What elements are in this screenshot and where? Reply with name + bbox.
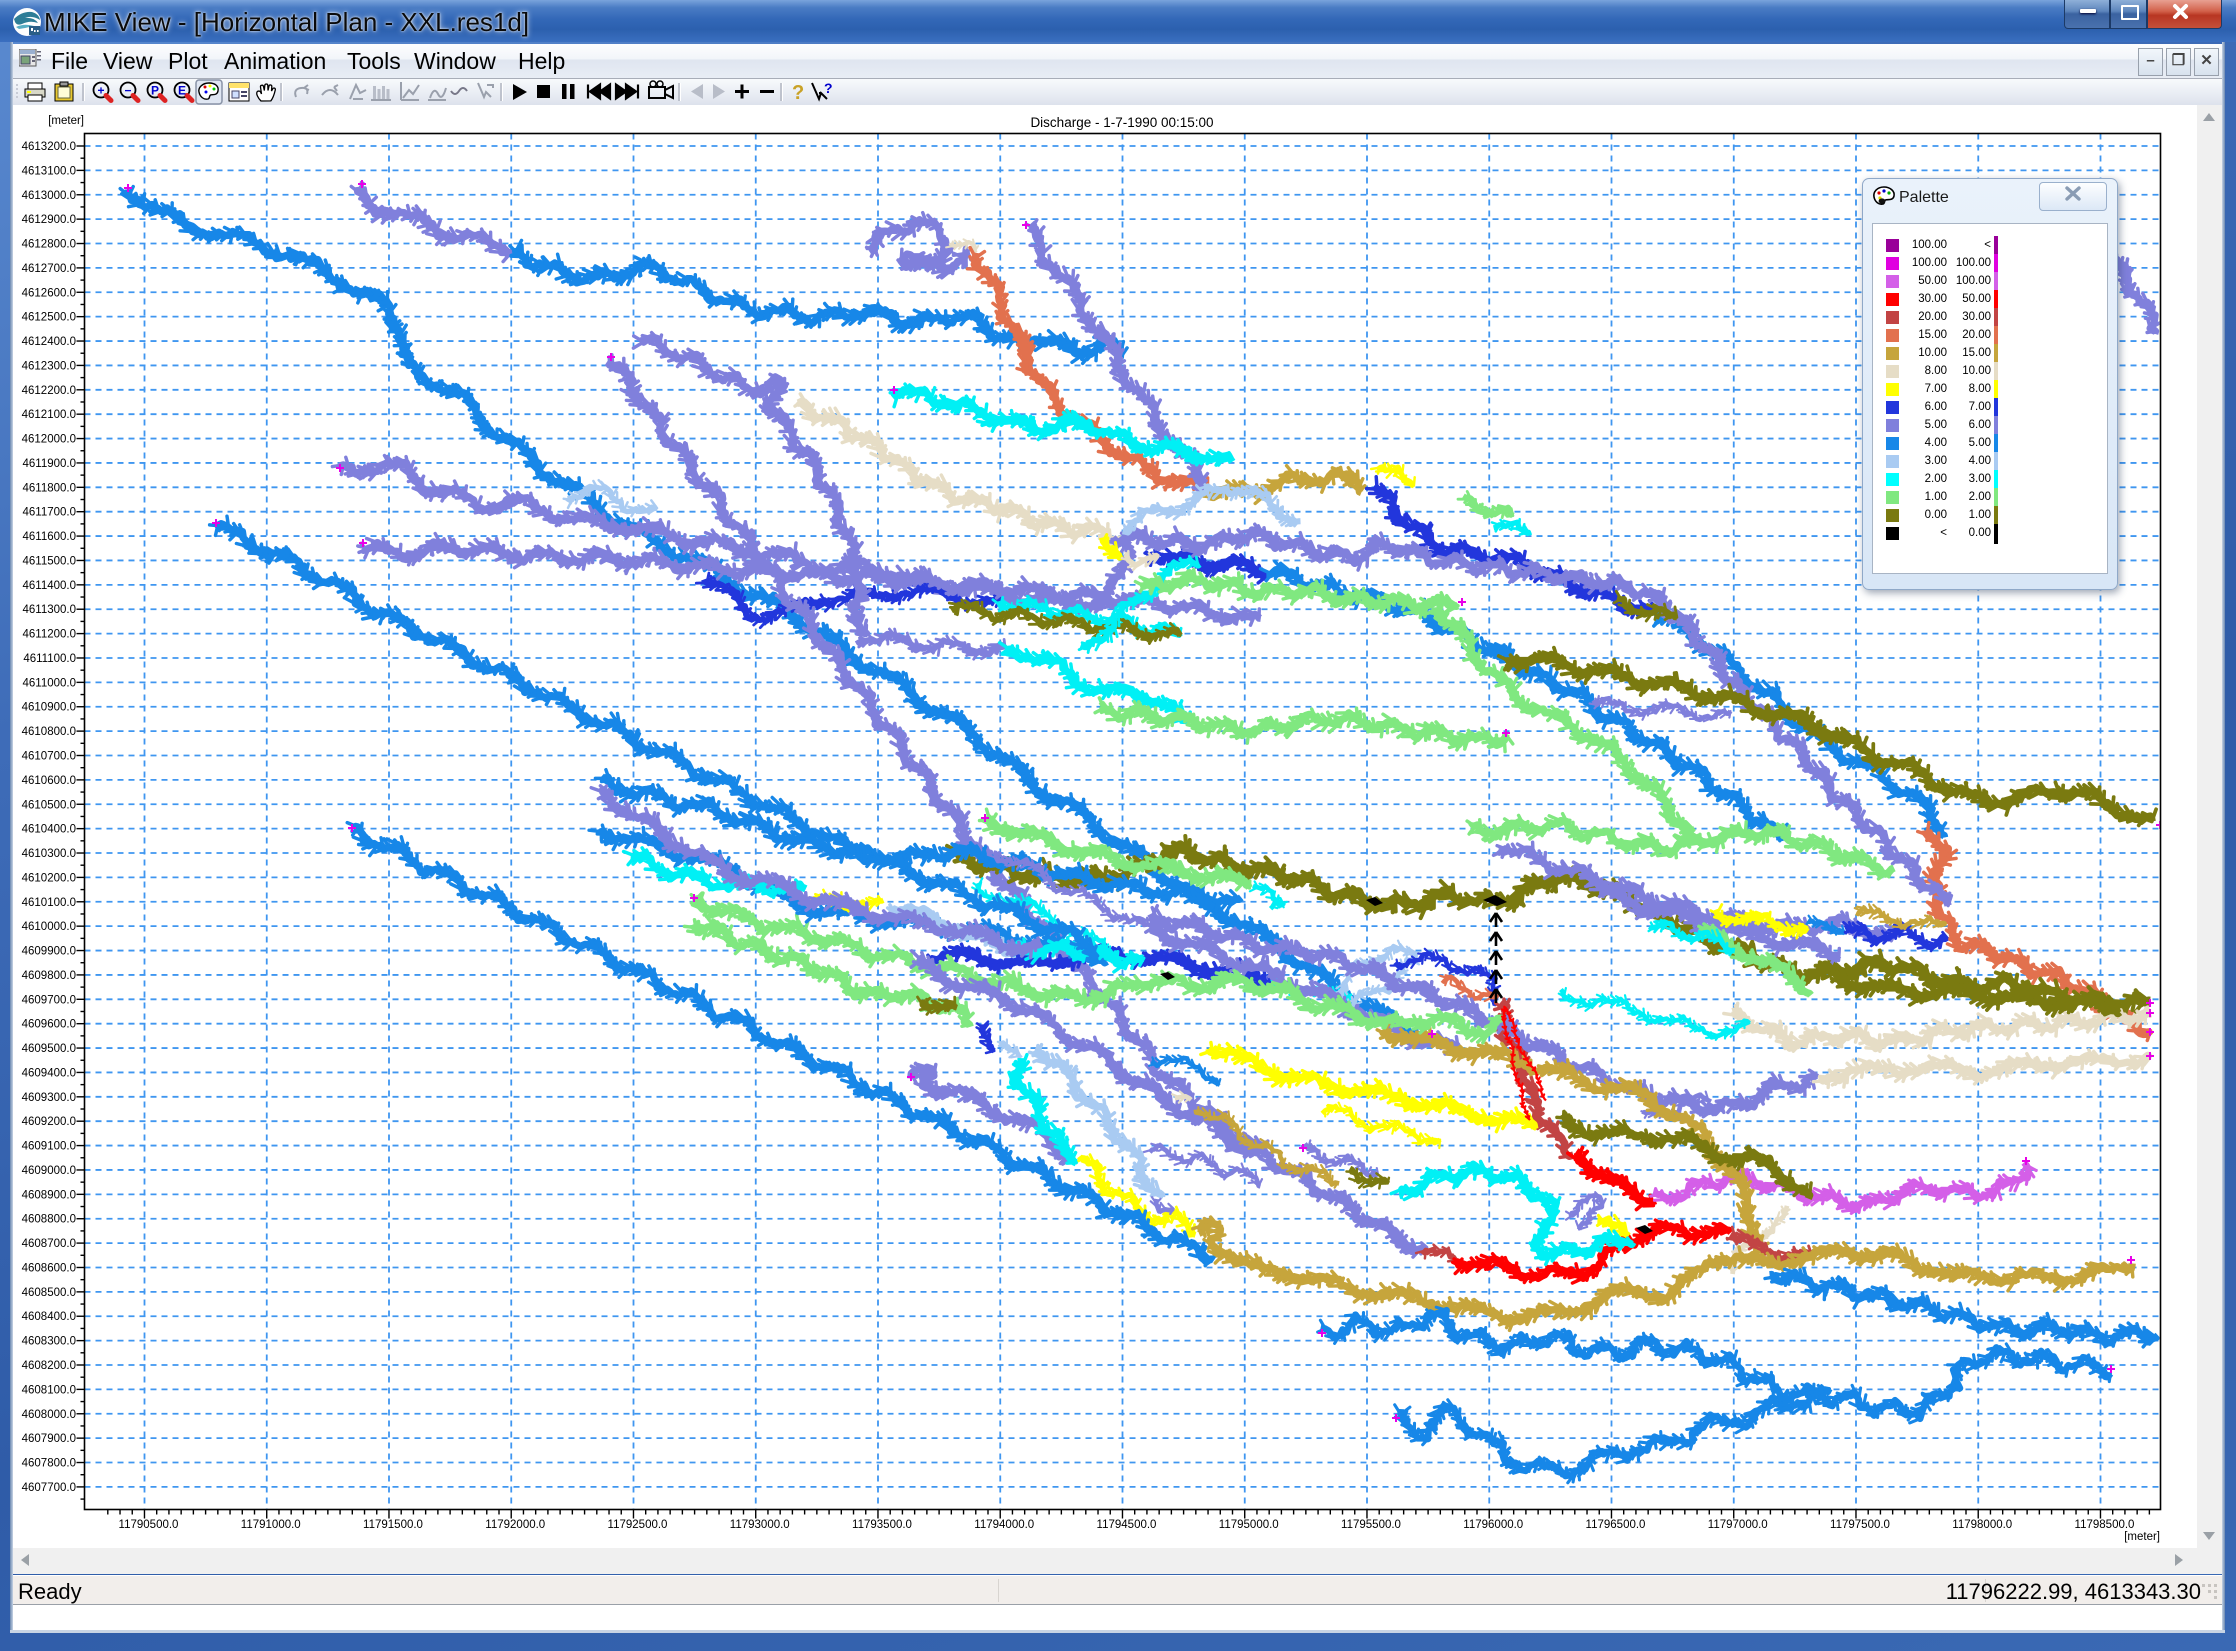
svg-text:4609000.0: 4609000.0: [22, 1165, 76, 1177]
svg-text:4613200.0: 4613200.0: [22, 141, 76, 153]
svg-text:4608400.0: 4608400.0: [22, 1311, 76, 1323]
svg-text:4608500.0: 4608500.0: [22, 1287, 76, 1299]
svg-text:11793000.0: 11793000.0: [730, 1519, 790, 1531]
svg-text:4611600.0: 4611600.0: [22, 531, 76, 543]
svg-text:11798500.0: 11798500.0: [2075, 1519, 2135, 1531]
svg-text:4611300.0: 4611300.0: [22, 604, 76, 616]
svg-text:11797000.0: 11797000.0: [1708, 1519, 1768, 1531]
svg-text:11790500.0: 11790500.0: [119, 1519, 179, 1531]
svg-text:4609400.0: 4609400.0: [22, 1067, 76, 1079]
svg-text:Discharge - 1-7-1990 00:15:00: Discharge - 1-7-1990 00:15:00: [1030, 115, 1213, 130]
svg-text:4612900.0: 4612900.0: [22, 214, 76, 226]
svg-text:11794500.0: 11794500.0: [1097, 1519, 1157, 1531]
svg-text:4609300.0: 4609300.0: [22, 1092, 76, 1104]
svg-text:4611500.0: 4611500.0: [22, 555, 76, 567]
svg-text:4609100.0: 4609100.0: [22, 1141, 76, 1153]
svg-text:4610700.0: 4610700.0: [22, 751, 76, 763]
svg-text:4607900.0: 4607900.0: [22, 1433, 76, 1445]
svg-text:4608600.0: 4608600.0: [22, 1262, 76, 1274]
svg-text:11792500.0: 11792500.0: [608, 1519, 668, 1531]
svg-text:4608800.0: 4608800.0: [22, 1214, 76, 1226]
svg-text:4610000.0: 4610000.0: [22, 921, 76, 933]
svg-text:4607800.0: 4607800.0: [22, 1458, 76, 1470]
svg-text:4609600.0: 4609600.0: [22, 1019, 76, 1031]
svg-text:4612600.0: 4612600.0: [22, 287, 76, 299]
svg-text:4609700.0: 4609700.0: [22, 994, 76, 1006]
svg-text:4611700.0: 4611700.0: [22, 507, 76, 519]
svg-text:11796000.0: 11796000.0: [1463, 1519, 1523, 1531]
svg-text:11795500.0: 11795500.0: [1341, 1519, 1401, 1531]
svg-text:4611200.0: 4611200.0: [22, 629, 76, 641]
svg-text:4612700.0: 4612700.0: [22, 263, 76, 275]
svg-text:4609200.0: 4609200.0: [22, 1116, 76, 1128]
svg-text:4610500.0: 4610500.0: [22, 799, 76, 811]
svg-text:4610100.0: 4610100.0: [22, 897, 76, 909]
svg-text:11791000.0: 11791000.0: [241, 1519, 301, 1531]
svg-text:4608700.0: 4608700.0: [22, 1238, 76, 1250]
svg-text:4610900.0: 4610900.0: [22, 702, 76, 714]
svg-text:4610600.0: 4610600.0: [22, 775, 76, 787]
svg-text:4610400.0: 4610400.0: [22, 824, 76, 836]
svg-text:4608100.0: 4608100.0: [22, 1384, 76, 1396]
svg-text:11797500.0: 11797500.0: [1830, 1519, 1890, 1531]
svg-text:[meter]: [meter]: [48, 115, 84, 127]
svg-text:11794000.0: 11794000.0: [974, 1519, 1034, 1531]
svg-text:11793500.0: 11793500.0: [852, 1519, 912, 1531]
svg-text:4608000.0: 4608000.0: [22, 1409, 76, 1421]
svg-text:4611000.0: 4611000.0: [22, 677, 76, 689]
svg-text:11795000.0: 11795000.0: [1219, 1519, 1279, 1531]
svg-text:4612500.0: 4612500.0: [22, 312, 76, 324]
svg-text:4611100.0: 4611100.0: [23, 653, 76, 665]
svg-text:4610300.0: 4610300.0: [22, 848, 76, 860]
svg-text:4609500.0: 4609500.0: [22, 1043, 76, 1055]
svg-text:4613100.0: 4613100.0: [22, 165, 76, 177]
svg-text:4612800.0: 4612800.0: [22, 239, 76, 251]
svg-text:4611400.0: 4611400.0: [22, 580, 76, 592]
svg-text:4607700.0: 4607700.0: [22, 1482, 76, 1494]
svg-text:4611800.0: 4611800.0: [22, 482, 76, 494]
svg-text:4612300.0: 4612300.0: [22, 360, 76, 372]
svg-text:4610800.0: 4610800.0: [22, 726, 76, 738]
svg-text:11791500.0: 11791500.0: [363, 1519, 423, 1531]
svg-text:[meter]: [meter]: [2124, 1531, 2160, 1543]
svg-text:4612400.0: 4612400.0: [22, 336, 76, 348]
svg-text:4612200.0: 4612200.0: [22, 385, 76, 397]
svg-text:4609800.0: 4609800.0: [22, 970, 76, 982]
svg-text:4612000.0: 4612000.0: [22, 434, 76, 446]
svg-text:11796500.0: 11796500.0: [1586, 1519, 1646, 1531]
svg-text:4608300.0: 4608300.0: [22, 1336, 76, 1348]
svg-text:4608900.0: 4608900.0: [22, 1189, 76, 1201]
svg-text:4612100.0: 4612100.0: [22, 409, 76, 421]
svg-text:4613000.0: 4613000.0: [22, 190, 76, 202]
svg-text:4610200.0: 4610200.0: [22, 872, 76, 884]
svg-text:11792000.0: 11792000.0: [485, 1519, 545, 1531]
svg-text:4611900.0: 4611900.0: [22, 458, 76, 470]
svg-text:4608200.0: 4608200.0: [22, 1360, 76, 1372]
svg-text:4609900.0: 4609900.0: [22, 946, 76, 958]
svg-text:11798000.0: 11798000.0: [1952, 1519, 2012, 1531]
